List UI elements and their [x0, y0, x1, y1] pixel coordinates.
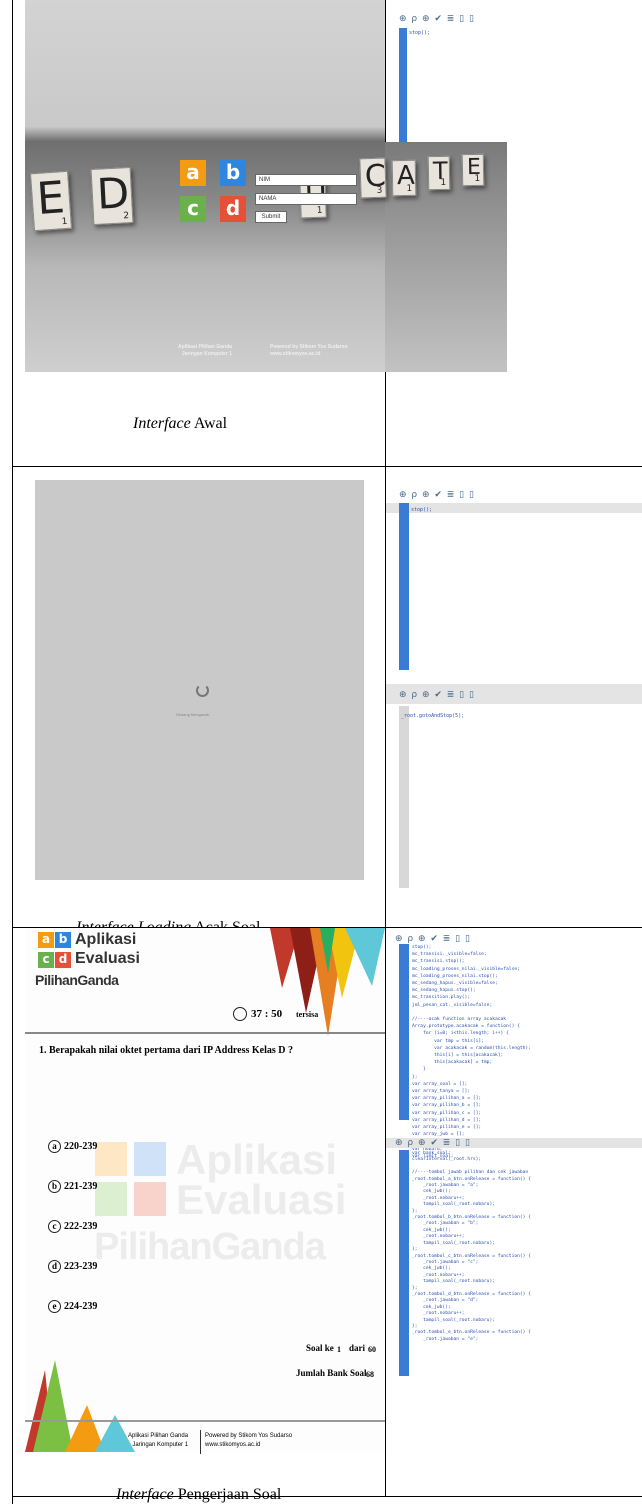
- option-c[interactable]: c 222-239: [48, 1220, 97, 1233]
- scrabble-tile: E1: [461, 153, 485, 187]
- editor-toolbar: ⊕ ρ ⊕ ✔ ≣ ▯ ▯: [395, 934, 471, 944]
- scrabble-photo: [25, 0, 385, 372]
- watermark-square: [95, 1182, 127, 1216]
- logo-text-evaluasi: Evaluasi: [75, 950, 140, 967]
- option-e[interactable]: e 224-239: [48, 1300, 97, 1313]
- editor-gutter: [399, 28, 407, 142]
- scrabble-tile: D2: [90, 166, 134, 226]
- watermark-pilihanganda: PilihanGanda: [94, 1226, 326, 1268]
- logo-text-aplikasi: Aplikasi: [75, 931, 137, 948]
- table-border-left: [12, 0, 13, 1504]
- logo-c-square: c: [180, 196, 206, 222]
- quiz-footer-app-info: Aplikasi Pilihan Ganda Jaringan Komputer…: [128, 1433, 189, 1448]
- timer-value: 37 : 50: [251, 1008, 283, 1020]
- logo-text-pilihanganda: PilihanGanda: [35, 972, 119, 988]
- logo-b-square: b: [220, 160, 246, 186]
- loading-text: Sedang Mengacak: [176, 712, 210, 717]
- footer-divider: [200, 1430, 201, 1454]
- table-border-bottom: [12, 1496, 642, 1497]
- editor-toolbar: ⊕ ρ ⊕ ✔ ≣ ▯ ▯: [395, 1138, 471, 1148]
- editor-gutter: [399, 503, 409, 670]
- editor-code: _root.gotoAndStop(5);: [401, 713, 465, 719]
- scrabble-tile: A1: [391, 159, 417, 197]
- watermark-square: [95, 1142, 127, 1176]
- option-b[interactable]: b 221-239: [48, 1180, 97, 1193]
- header-separator: [25, 1032, 385, 1034]
- logo-a-square: a: [38, 932, 54, 948]
- scrabble-tile: T1: [427, 155, 451, 191]
- scrabble-tile: E1: [30, 170, 72, 232]
- editor-code: stop(); mc_transisi._visible=false; mc_t…: [412, 945, 531, 1159]
- editor-gutter: [399, 944, 409, 1120]
- submit-button[interactable]: Submit: [255, 211, 287, 223]
- caption-interface-awal: Interface Awal: [133, 415, 228, 432]
- editor-toolbar: ⊕ ρ ⊕ ✔ ≣ ▯ ▯: [399, 490, 475, 500]
- quiz-footer-powered: Powered by Stikom Yos Sudarso www.stikom…: [205, 1433, 293, 1448]
- nama-field[interactable]: NAMA: [255, 193, 357, 205]
- dari-label: dari: [349, 1343, 366, 1353]
- footer-app-info: Aplikasi Pilihan Ganda Jaringan Komputer…: [178, 344, 232, 357]
- editor-gutter: [399, 1150, 409, 1376]
- watermark-evaluasi: Evaluasi: [176, 1176, 347, 1223]
- option-a[interactable]: a 220-239: [48, 1140, 97, 1153]
- editor-toolbar: ⊕ ρ ⊕ ✔ ≣ ▯ ▯: [399, 14, 475, 24]
- watermark-square: [134, 1182, 166, 1216]
- watermark-square: [134, 1142, 166, 1176]
- soal-ke-label: Soal ke: [306, 1343, 334, 1353]
- scrabble-tile: C3: [359, 157, 387, 199]
- dari-value: 60: [368, 1345, 376, 1354]
- editor-gutter: [399, 706, 409, 888]
- caption-interface-pengerjaan: Interface Pengerjaan Soal: [116, 1486, 282, 1503]
- logo-d-square: d: [220, 196, 246, 222]
- editor-code: var bank_soal; clearInterval(_root.hrs);…: [412, 1151, 531, 1342]
- clock-icon: [233, 1007, 247, 1021]
- loading-screen: [35, 480, 364, 880]
- nim-field[interactable]: NIM: [255, 174, 357, 186]
- decorative-triangles: [270, 928, 385, 1036]
- footer-powered-info: Powered by Stikom Yos Sudarso www.stikom…: [270, 344, 348, 357]
- logo-a-square: a: [180, 160, 206, 186]
- editor-code: stop();: [409, 30, 431, 36]
- timer-suffix: tersisa: [296, 1010, 319, 1019]
- editor-toolbar: ⊕ ρ ⊕ ✔ ≣ ▯ ▯: [399, 690, 475, 700]
- logo-b-square: b: [55, 932, 71, 948]
- option-d[interactable]: d 223-239: [48, 1260, 97, 1273]
- soal-ke-value: 1: [337, 1345, 341, 1354]
- question-text: 1. Berapakah nilai oktet pertama dari IP…: [39, 1045, 293, 1056]
- loading-spinner-icon: [196, 684, 209, 697]
- logo-d-square: d: [55, 952, 71, 968]
- logo-c-square: c: [38, 952, 54, 968]
- table-divider-row1: [12, 466, 642, 467]
- editor-code: stop();: [411, 507, 433, 513]
